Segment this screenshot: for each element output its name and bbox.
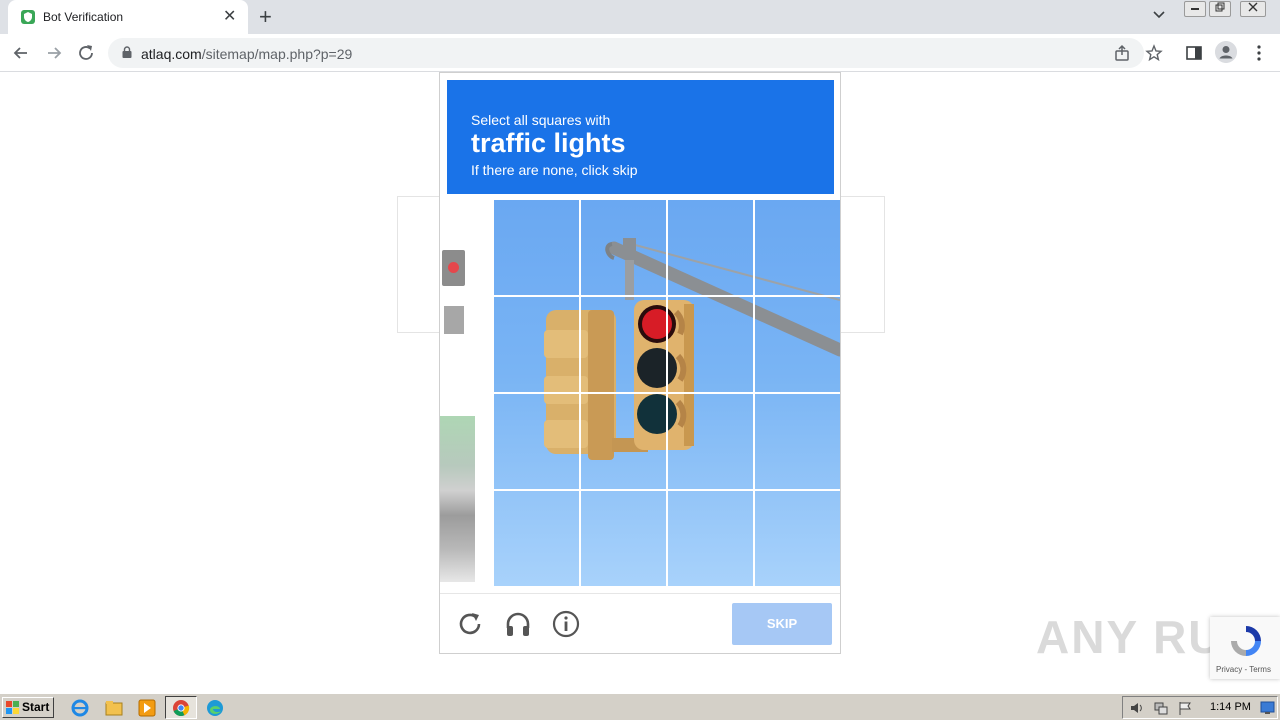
clock: 1:14 PM — [1210, 701, 1251, 713]
street-scene-image — [440, 416, 475, 582]
side-panel-icon[interactable] — [1183, 42, 1205, 64]
ie-icon[interactable] — [70, 698, 90, 718]
browser-toolbar: atlaq.com/sitemap/map.php?p=29 — [0, 34, 1280, 72]
minimize-button[interactable] — [1184, 1, 1206, 17]
instruction-line-3: If there are none, click skip — [471, 162, 638, 178]
address-bar[interactable]: atlaq.com/sitemap/map.php?p=29 — [108, 38, 1163, 68]
footer-divider — [440, 593, 840, 594]
grid-tile-6[interactable] — [581, 297, 666, 392]
skip-button[interactable]: SKIP — [732, 603, 832, 645]
grid-tile-16[interactable] — [755, 491, 840, 586]
show-desktop-icon[interactable] — [1260, 701, 1275, 715]
grid-tile-8[interactable] — [755, 297, 840, 392]
volume-icon[interactable] — [1129, 700, 1145, 716]
grid-line-horizontal — [494, 489, 840, 491]
close-tab-icon[interactable]: ✕ — [223, 7, 236, 27]
minimize-icon — [1191, 8, 1199, 10]
image-grid — [494, 200, 840, 586]
grid-tile-3[interactable] — [668, 200, 753, 295]
grid-tile-1[interactable] — [494, 200, 579, 295]
new-tab-button[interactable]: + — [259, 4, 272, 30]
info-icon[interactable] — [551, 609, 581, 639]
folder-icon[interactable] — [104, 698, 124, 718]
headphones-icon[interactable] — [503, 609, 533, 639]
star-bookmark-icon[interactable] — [1145, 44, 1163, 62]
grid-tile-11[interactable] — [668, 394, 753, 489]
kebab-menu-icon[interactable] — [1248, 42, 1270, 64]
grid-tile-7[interactable] — [668, 297, 753, 392]
url-text: atlaq.com/sitemap/map.php?p=29 — [141, 46, 352, 62]
browser-tab[interactable]: Bot Verification ✕ — [8, 0, 248, 34]
instruction-line-1: Select all squares with — [471, 112, 611, 128]
lock-icon — [122, 46, 132, 58]
chrome-taskbar-button[interactable] — [165, 696, 197, 719]
system-tray: 1:14 PM — [1122, 696, 1278, 719]
captcha-challenge-frame: Select all squares with traffic lights I… — [439, 72, 841, 654]
recaptcha-badge[interactable]: Privacy - Terms — [1210, 617, 1280, 679]
forward-arrow-icon[interactable] — [43, 42, 65, 64]
instruction-target: traffic lights — [471, 128, 626, 158]
grid-tile-15[interactable] — [668, 491, 753, 586]
close-icon — [1248, 2, 1258, 12]
grid-tile-4[interactable] — [755, 200, 840, 295]
grid-tile-10[interactable] — [581, 394, 666, 489]
reload-icon[interactable] — [455, 609, 485, 639]
grid-tile-13[interactable] — [494, 491, 579, 586]
sliding-image-strip — [440, 200, 475, 585]
small-signal-image — [442, 250, 465, 286]
grid-tile-12[interactable] — [755, 394, 840, 489]
small-sign-image — [444, 306, 464, 334]
grid-tile-9[interactable] — [494, 394, 579, 489]
grid-line-horizontal — [494, 392, 840, 394]
chevron-down-icon[interactable] — [1152, 8, 1166, 22]
back-arrow-icon[interactable] — [10, 42, 32, 64]
tab-title: Bot Verification — [43, 10, 124, 24]
instruction-banner: Select all squares with traffic lights I… — [447, 80, 834, 194]
edge-icon[interactable] — [205, 698, 225, 718]
url-path: /sitemap/map.php?p=29 — [201, 46, 353, 62]
grid-line-horizontal — [494, 295, 840, 297]
action-center-flag-icon[interactable] — [1177, 700, 1193, 716]
recaptcha-logo-icon — [1231, 626, 1261, 656]
network-icon[interactable] — [1153, 700, 1169, 716]
chrome-icon — [173, 700, 190, 716]
close-window-button[interactable] — [1240, 1, 1266, 17]
recaptcha-links[interactable]: Privacy - Terms — [1216, 665, 1271, 674]
reload-page-icon[interactable] — [75, 42, 97, 64]
profile-avatar-icon[interactable] — [1215, 41, 1237, 63]
grid-tile-14[interactable] — [581, 491, 666, 586]
tab-strip: Bot Verification ✕ + — [0, 0, 1280, 34]
start-label: Start — [22, 700, 50, 714]
taskbar: Start 1:14 PM — [0, 693, 1280, 720]
windows-flag-icon — [6, 701, 19, 714]
grid-tile-2[interactable] — [581, 200, 666, 295]
shield-favicon-icon — [21, 10, 35, 24]
restore-button[interactable] — [1209, 1, 1231, 17]
grid-tile-5[interactable] — [494, 297, 579, 392]
url-host: atlaq.com — [141, 46, 202, 62]
restore-icon — [1215, 2, 1225, 12]
share-icon[interactable] — [1113, 44, 1131, 62]
start-button[interactable]: Start — [2, 697, 54, 718]
media-player-icon[interactable] — [137, 698, 157, 718]
